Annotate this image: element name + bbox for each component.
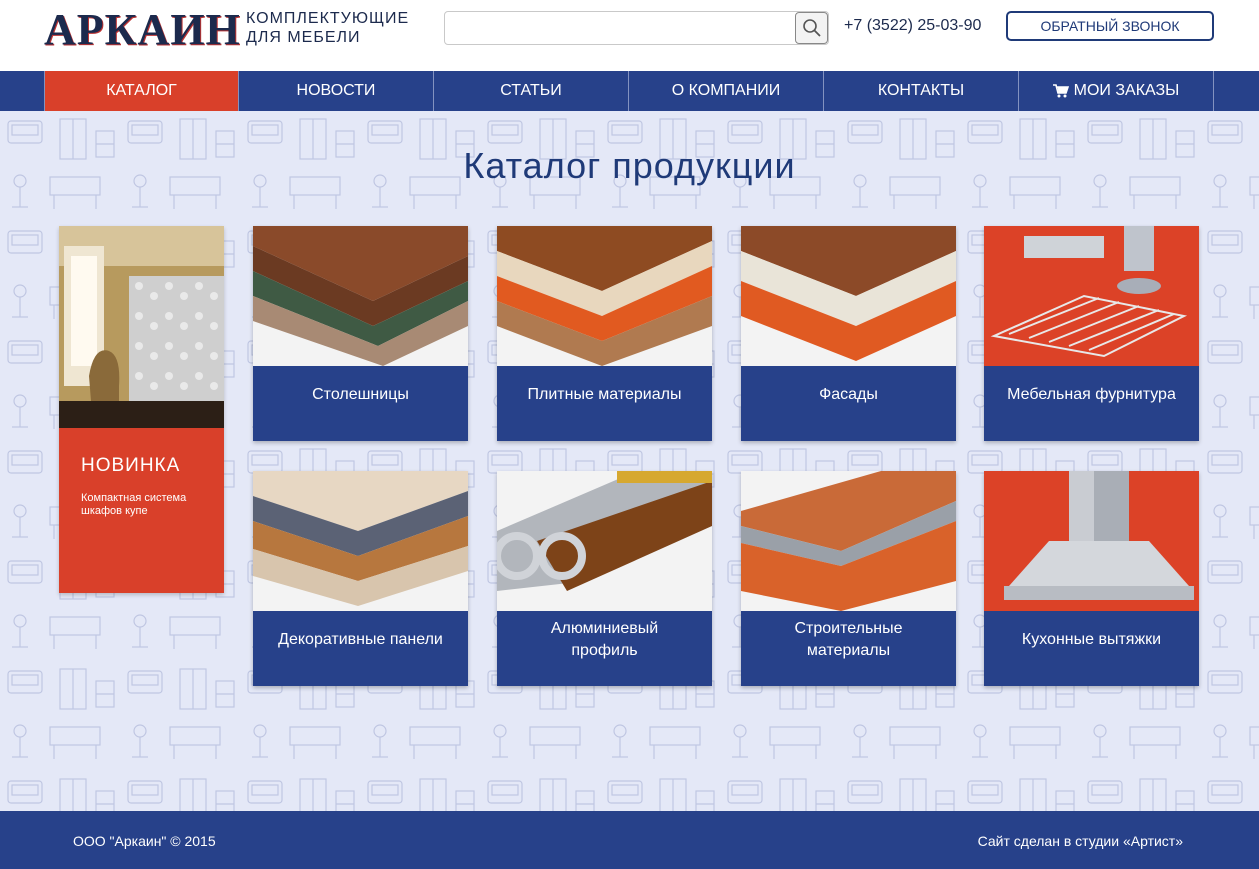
nav-item-my-orders[interactable]: МОИ ЗАКАЗЫ	[1019, 71, 1214, 111]
search-button[interactable]	[795, 12, 828, 44]
main-nav: КАТАЛОГ НОВОСТИ СТАТЬИ О КОМПАНИИ КОНТАК…	[0, 71, 1259, 111]
search-input[interactable]	[445, 12, 795, 44]
promo-banner[interactable]: НОВИНКА Компактная система шкафов купе	[59, 226, 224, 593]
catalog-section: Каталог продукции НОВИНКА Компактная сис…	[0, 111, 1259, 811]
site-footer: ООО "Аркаин" © 2015 Сайт сделан в студии…	[0, 811, 1259, 869]
nav-item-news[interactable]: НОВОСТИ	[239, 71, 434, 111]
category-card-decorative-panels[interactable]: Декоративные панели	[253, 471, 468, 686]
nav-item-catalog[interactable]: КАТАЛОГ	[44, 71, 239, 111]
nav-item-about[interactable]: О КОМПАНИИ	[629, 71, 824, 111]
promo-image	[59, 226, 224, 428]
phone-number[interactable]: +7 (3522) 25-03-90	[844, 17, 981, 35]
category-label: Мебельная фурнитура	[1007, 386, 1176, 403]
studio-credit-link[interactable]: Сайт сделан в студии «Артист»	[978, 833, 1183, 849]
category-card-board-materials[interactable]: Плитные материалы	[497, 226, 712, 441]
category-card-aluminium-profile[interactable]: Алюминиевый профиль	[497, 471, 712, 686]
category-label: Фасады	[819, 386, 878, 403]
nav-item-articles[interactable]: СТАТЬИ	[434, 71, 629, 111]
page-title: Каталог продукции	[463, 145, 796, 186]
category-label: Кухонные вытяжки	[1021, 631, 1162, 648]
logo[interactable]: АРКАИН	[44, 4, 241, 55]
promo-title: НОВИНКА	[81, 455, 181, 476]
search-box	[444, 11, 829, 45]
search-icon	[802, 19, 821, 37]
category-card-countertops[interactable]: Столешницы	[253, 226, 468, 441]
category-card-furniture-hardware[interactable]: Мебельная фурнитура	[984, 226, 1199, 441]
tagline-line-1: КОМПЛЕКТУЮЩИЕ	[246, 10, 410, 27]
category-label: Строительные материалы	[794, 620, 903, 659]
category-label: Декоративные панели	[278, 631, 443, 648]
category-card-building-materials[interactable]: Строительные материалы	[741, 471, 956, 686]
category-card-kitchen-hoods[interactable]: Кухонные вытяжки	[984, 471, 1199, 686]
tagline-line-2: ДЛЯ МЕБЕЛИ	[246, 29, 361, 46]
category-label: Столешницы	[312, 386, 409, 403]
tagline: КОМПЛЕКТУЮЩИЕ ДЛЯ МЕБЕЛИ	[246, 9, 426, 47]
category-card-facades[interactable]: Фасады	[741, 226, 956, 441]
cart-icon	[1052, 84, 1069, 98]
copyright-text: ООО "Аркаин" © 2015	[73, 833, 216, 849]
category-label: Плитные материалы	[527, 386, 682, 403]
category-label: Алюминиевый профиль	[550, 620, 659, 659]
site-header: АРКАИН КОМПЛЕКТУЮЩИЕ ДЛЯ МЕБЕЛИ +7 (3522…	[0, 0, 1259, 71]
promo-text: Компактная система шкафов купе	[81, 492, 187, 517]
nav-item-contacts[interactable]: КОНТАКТЫ	[824, 71, 1019, 111]
callback-button[interactable]: ОБРАТНЫЙ ЗВОНОК	[1006, 11, 1214, 41]
